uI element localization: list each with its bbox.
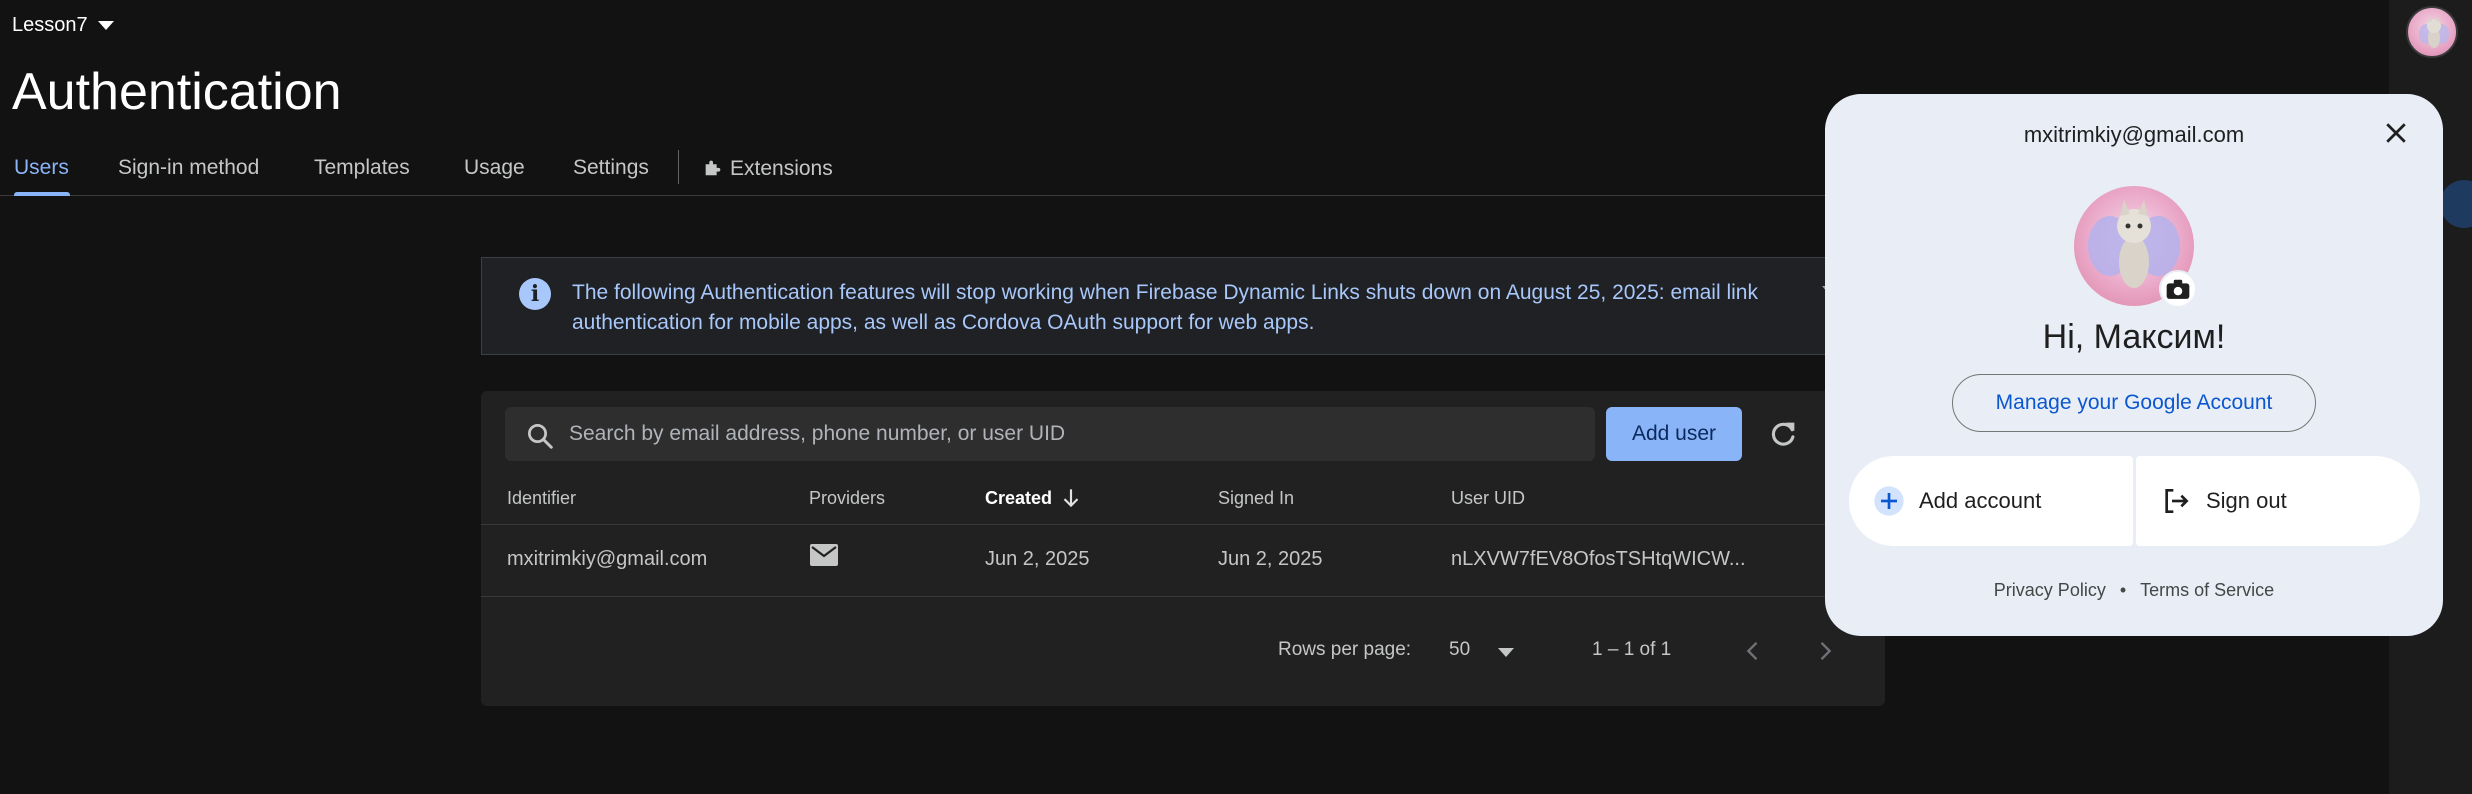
logout-icon	[2165, 489, 2189, 513]
tab-templates[interactable]: Templates	[314, 156, 410, 180]
tab-settings[interactable]: Settings	[573, 156, 649, 180]
arrow-down-icon[interactable]	[1058, 485, 1084, 511]
tab-extensions-label: Extensions	[730, 157, 833, 180]
header-divider	[481, 524, 1885, 525]
row-divider	[481, 596, 1885, 597]
account-popup: mxitrimkiy@gmail.com Hi, Максим! Manage …	[1825, 94, 2443, 636]
search-input[interactable]	[569, 407, 1569, 461]
close-icon[interactable]	[2381, 118, 2411, 148]
deprecation-banner: i The following Authentication features …	[481, 257, 1891, 355]
column-header-providers: Providers	[809, 488, 886, 508]
cell-identifier: mxitrimkiy@gmail.com	[507, 548, 708, 570]
column-header-identifier: Identifier	[507, 488, 577, 508]
chevron-right-icon[interactable]	[1811, 637, 1839, 665]
info-icon: i	[519, 278, 551, 310]
column-header-user-uid: User UID	[1451, 488, 1526, 508]
active-tab-indicator	[14, 192, 70, 196]
add-user-button[interactable]: Add user	[1606, 407, 1742, 461]
change-photo-button[interactable]	[2159, 270, 2197, 308]
rows-per-page-dropdown-icon[interactable]	[1498, 648, 1514, 657]
add-account-button[interactable]: Add account	[1849, 456, 2133, 546]
sign-out-label: Sign out	[2206, 488, 2287, 513]
page-title: Authentication	[12, 63, 342, 121]
chevron-left-icon[interactable]	[1739, 637, 1767, 665]
cell-created: Jun 2, 2025	[985, 548, 1090, 570]
chevron-down-icon	[97, 21, 114, 30]
search-icon	[528, 424, 553, 449]
rows-per-page-value[interactable]: 50	[1449, 639, 1470, 661]
pagination-range: 1 – 1 of 1	[1592, 639, 1672, 660]
extensions-icon	[705, 160, 721, 176]
popup-footer-links: Privacy Policy • Terms of Service	[1825, 580, 2443, 601]
users-card: Add user Identifier Providers Created Si…	[481, 391, 1885, 706]
link-separator: •	[2119, 580, 2127, 600]
sign-out-button[interactable]: Sign out	[2136, 456, 2420, 546]
greeting: Hi, Максим!	[2042, 318, 2226, 356]
mail-icon	[810, 544, 838, 566]
tab-bar: Users Sign-in method Templates Usage Set…	[0, 148, 1830, 196]
banner-text: The following Authentication features wi…	[572, 281, 1758, 334]
project-name: Lesson7	[12, 14, 88, 36]
tab-extensions[interactable]: Extensions	[702, 156, 833, 181]
cell-user-uid: nLXVW7fEV8OfosTSHtqWICW...	[1451, 548, 1746, 570]
column-header-signed-in: Signed In	[1218, 488, 1295, 508]
column-header-created[interactable]: Created	[985, 488, 1052, 509]
rows-per-page-label: Rows per page:	[1278, 639, 1412, 660]
tab-users[interactable]: Users	[14, 156, 69, 180]
account-avatar-button[interactable]	[2406, 6, 2458, 58]
manage-google-account-button[interactable]: Manage your Google Account	[1952, 374, 2316, 432]
project-selector[interactable]: Lesson7	[12, 14, 114, 37]
refresh-icon[interactable]	[1766, 417, 1800, 451]
plus-icon	[1874, 486, 1904, 516]
tab-sign-in-method[interactable]: Sign-in method	[118, 156, 259, 180]
terms-of-service-link[interactable]: Terms of Service	[2140, 580, 2274, 600]
add-account-label: Add account	[1919, 488, 2042, 513]
camera-icon	[2166, 279, 2190, 299]
search-bar	[505, 407, 1595, 461]
tab-divider	[678, 150, 679, 184]
privacy-policy-link[interactable]: Privacy Policy	[1994, 580, 2106, 600]
tab-usage[interactable]: Usage	[464, 156, 525, 180]
account-email: mxitrimkiy@gmail.com	[2023, 122, 2245, 147]
cell-signed-in: Jun 2, 2025	[1218, 548, 1323, 570]
